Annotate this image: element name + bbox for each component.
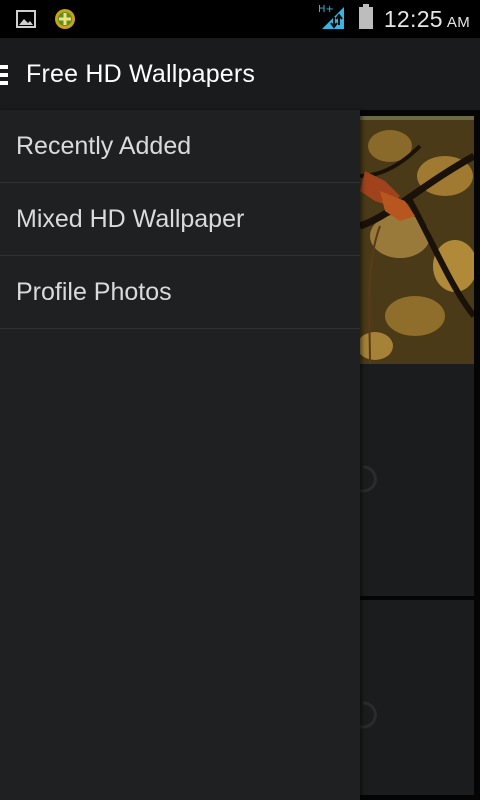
wallpaper-placeholder[interactable] bbox=[349, 364, 474, 596]
drawer-item-label: Mixed HD Wallpaper bbox=[16, 204, 245, 233]
svg-text:H+: H+ bbox=[318, 4, 334, 15]
drawer-item-profile-photos[interactable]: Profile Photos bbox=[0, 256, 360, 329]
system-icons: H+ 12:25 AM bbox=[318, 3, 470, 36]
navigation-drawer: Recently Added Mixed HD Wallpaper Profil… bbox=[0, 110, 360, 800]
app-notification-icon bbox=[54, 8, 76, 35]
battery-icon bbox=[358, 3, 374, 35]
signal-icon: H+ bbox=[318, 3, 348, 36]
autumn-leaf-photo bbox=[360, 120, 474, 366]
action-bar: Free HD Wallpapers bbox=[0, 38, 480, 110]
drawer-item-label: Profile Photos bbox=[16, 277, 172, 306]
clock-ampm: AM bbox=[446, 13, 470, 31]
drawer-item-mixed-hd-wallpaper[interactable]: Mixed HD Wallpaper bbox=[0, 183, 360, 256]
image-icon bbox=[16, 10, 36, 33]
drawer-item-recently-added[interactable]: Recently Added bbox=[0, 110, 360, 183]
menu-icon[interactable] bbox=[0, 65, 8, 85]
thumbnail-top-strip bbox=[360, 116, 474, 120]
wallpaper-grid bbox=[349, 110, 480, 800]
screen: H+ 12:25 AM Free HD Wallpapers Recently … bbox=[0, 0, 480, 800]
clock: 12:25 AM bbox=[384, 6, 470, 33]
app-title[interactable]: Free HD Wallpapers bbox=[26, 60, 255, 89]
notification-icons bbox=[16, 8, 76, 35]
wallpaper-thumbnail[interactable] bbox=[360, 116, 474, 366]
wallpaper-placeholder[interactable] bbox=[349, 600, 474, 795]
drawer-item-label: Recently Added bbox=[16, 131, 192, 160]
clock-time: 12:25 bbox=[383, 5, 443, 32]
status-bar: H+ 12:25 AM bbox=[0, 0, 480, 38]
